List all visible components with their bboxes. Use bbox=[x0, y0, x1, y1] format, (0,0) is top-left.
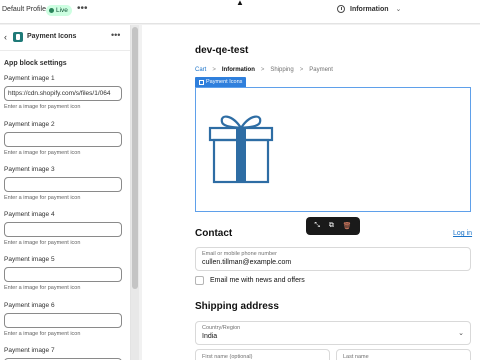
delete-icon[interactable]: 🗑 bbox=[343, 222, 352, 230]
contact-heading: Contact bbox=[195, 228, 233, 239]
payment-image-input-4[interactable] bbox=[4, 222, 122, 237]
newsletter-option[interactable]: Email me with news and offers bbox=[195, 276, 305, 285]
payment-image-input-6[interactable] bbox=[4, 313, 122, 328]
field-help: Enter a image for payment icon bbox=[4, 195, 81, 201]
payment-image-field-1: Payment image 1 https://cdn.shopify.com/… bbox=[4, 75, 122, 110]
checkout-preview: dev-qe-test Cart > Information > Shippin… bbox=[142, 25, 480, 360]
back-button[interactable]: ‹ bbox=[4, 32, 7, 42]
field-label: Payment image 1 bbox=[4, 75, 55, 82]
field-help: Enter a image for payment icon bbox=[4, 150, 81, 156]
page-selector[interactable]: Information ⌄ bbox=[337, 5, 401, 13]
store-name: dev-qe-test bbox=[195, 45, 249, 56]
chevron-down-icon: ⌄ bbox=[458, 330, 464, 337]
section-title: App block settings bbox=[4, 60, 67, 67]
chevron-down-icon: ⌄ bbox=[395, 6, 402, 13]
payment-image-input-2[interactable] bbox=[4, 132, 122, 147]
payment-image-field-2: Payment image 2 Enter a image for paymen… bbox=[4, 121, 122, 156]
payment-image-field-6: Payment image 6 Enter a image for paymen… bbox=[4, 302, 122, 337]
field-label: Payment image 4 bbox=[4, 211, 55, 218]
settings-sidebar: ‹ Payment Icons ••• App block settings P… bbox=[0, 25, 131, 360]
field-label: Payment image 6 bbox=[4, 302, 55, 309]
field-label: Payment image 5 bbox=[4, 256, 55, 263]
breadcrumb: Cart > Information > Shipping > Payment bbox=[195, 67, 333, 73]
country-value: India bbox=[202, 333, 218, 340]
country-select[interactable]: Country/Region India ⌄ bbox=[195, 321, 471, 345]
breadcrumb-separator: > bbox=[260, 67, 265, 73]
block-toolbar: ⤡ ⧉ 🗑 bbox=[306, 217, 360, 235]
first-name-field[interactable]: First name (optional) bbox=[195, 349, 330, 360]
first-name-label: First name (optional) bbox=[202, 354, 253, 360]
last-name-field[interactable]: Last name bbox=[336, 349, 471, 360]
shipping-heading: Shipping address bbox=[195, 301, 279, 312]
profile-name[interactable]: Default Profile bbox=[2, 6, 46, 13]
block-tag[interactable]: Payment Icons bbox=[195, 77, 247, 87]
breadcrumb-cart[interactable]: Cart bbox=[195, 67, 206, 73]
gift-icon bbox=[208, 115, 274, 184]
login-link[interactable]: Log in bbox=[453, 230, 472, 237]
page-icon bbox=[337, 5, 345, 13]
breadcrumb-separator: > bbox=[299, 67, 304, 73]
field-label: Payment image 3 bbox=[4, 166, 55, 173]
payment-image-field-5: Payment image 5 Enter a image for paymen… bbox=[4, 256, 122, 291]
field-label: Payment image 2 bbox=[4, 121, 55, 128]
breadcrumb-information: Information bbox=[221, 67, 255, 73]
field-help: Enter a image for payment icon bbox=[4, 285, 81, 291]
email-field-label: Email or mobile phone number bbox=[202, 251, 277, 257]
app-icon bbox=[13, 32, 23, 42]
sidebar-scrollbar[interactable] bbox=[131, 25, 139, 360]
payment-icons-block[interactable] bbox=[195, 87, 471, 212]
newsletter-checkbox[interactable] bbox=[195, 276, 204, 285]
payment-image-input-1[interactable]: https://cdn.shopify.com/s/files/1/064 bbox=[4, 86, 122, 101]
live-label: Live bbox=[56, 7, 68, 14]
payment-image-input-3[interactable] bbox=[4, 177, 122, 192]
field-label: Payment image 7 bbox=[4, 347, 55, 354]
breadcrumb-payment: Payment bbox=[309, 67, 333, 73]
mouse-cursor-icon: ▲ bbox=[236, 0, 244, 7]
country-label: Country/Region bbox=[202, 325, 241, 331]
live-dot-icon bbox=[49, 8, 54, 13]
payment-image-input-5[interactable] bbox=[4, 267, 122, 282]
email-field-value: cullen.tillman@example.com bbox=[202, 259, 292, 266]
payment-image-field-3: Payment image 3 Enter a image for paymen… bbox=[4, 166, 122, 201]
field-help: Enter a image for payment icon bbox=[4, 240, 81, 246]
payment-image-field-4: Payment image 4 Enter a image for paymen… bbox=[4, 211, 122, 246]
newsletter-label: Email me with news and offers bbox=[210, 277, 305, 284]
sidebar-more-button[interactable]: ••• bbox=[111, 30, 120, 40]
scrollbar-thumb[interactable] bbox=[132, 27, 138, 289]
live-status-badge: Live bbox=[46, 5, 72, 16]
breadcrumb-shipping: Shipping bbox=[270, 67, 294, 73]
duplicate-icon[interactable]: ⧉ bbox=[329, 222, 334, 230]
payment-image-field-7: Payment image 7 bbox=[4, 347, 122, 360]
block-tag-label: Payment Icons bbox=[206, 79, 243, 85]
sidebar-header: ‹ Payment Icons ••• bbox=[0, 25, 130, 51]
field-help: Enter a image for payment icon bbox=[4, 104, 81, 110]
page-selector-label: Information bbox=[350, 5, 389, 13]
sidebar-title: Payment Icons bbox=[27, 33, 77, 40]
last-name-label: Last name bbox=[343, 354, 369, 360]
profile-more-button[interactable]: ••• bbox=[77, 3, 88, 14]
block-square-icon bbox=[199, 79, 204, 85]
breadcrumb-separator: > bbox=[212, 67, 216, 73]
field-help: Enter a image for payment icon bbox=[4, 331, 81, 337]
move-handle-icon[interactable]: ⤡ bbox=[314, 222, 320, 230]
email-field[interactable]: Email or mobile phone number cullen.till… bbox=[195, 247, 471, 271]
